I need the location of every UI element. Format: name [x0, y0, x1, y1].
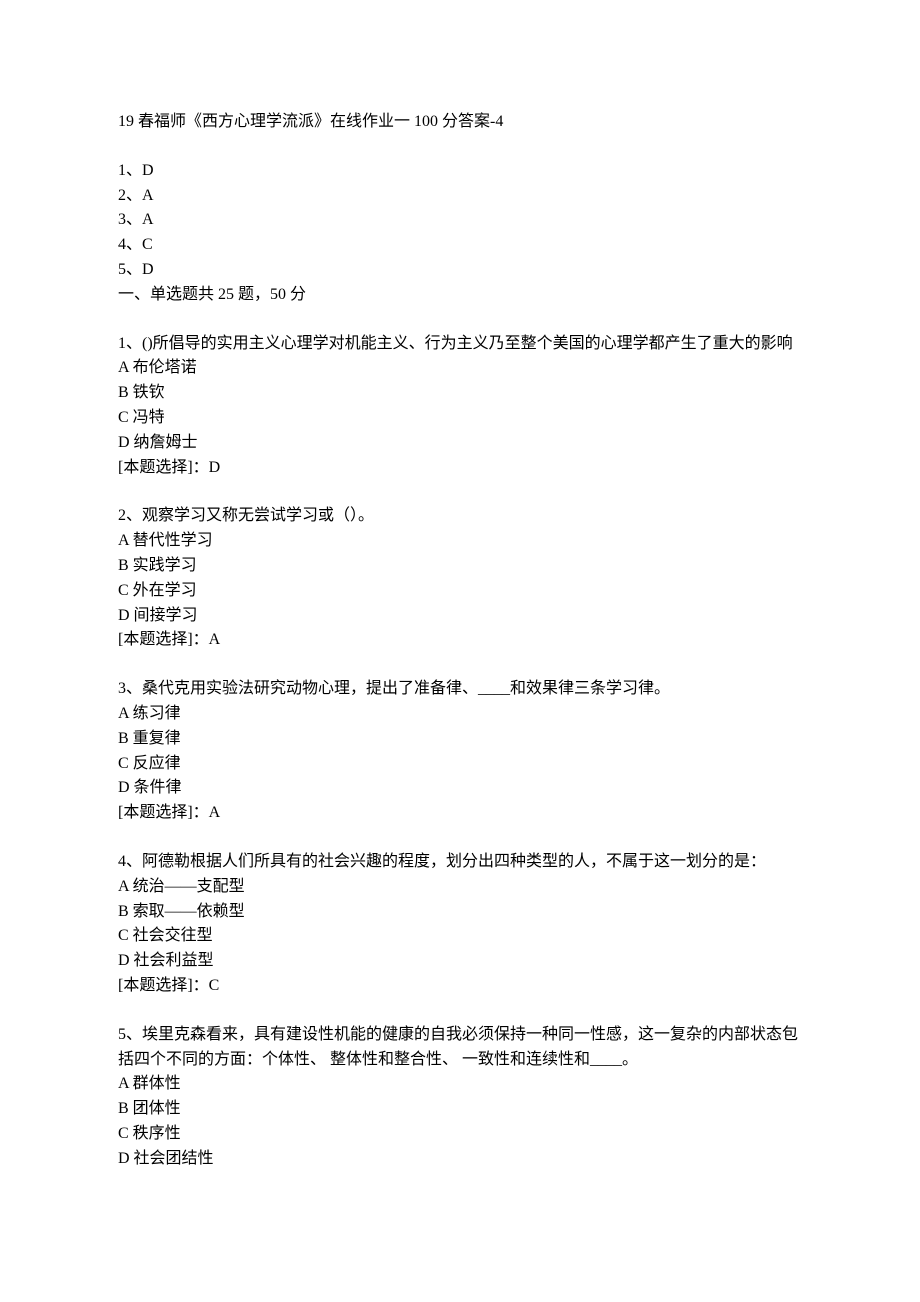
answer-summary-item: 2、A: [118, 184, 802, 209]
question-option: D 条件律: [118, 776, 802, 801]
question-stem: 1、()所倡导的实用主义心理学对机能主义、行为主义乃至整个美国的心理学都产生了重…: [118, 332, 802, 357]
question-block: 2、观察学习又称无尝试学习或（）。 A 替代性学习 B 实践学习 C 外在学习 …: [118, 504, 802, 653]
question-option: D 社会团结性: [118, 1147, 802, 1172]
question-block: 5、埃里克森看来，具有建设性机能的健康的自我必须保持一种同一性感，这一复杂的内部…: [118, 1023, 802, 1172]
document-title: 19 春福师《西方心理学流派》在线作业一 100 分答案-4: [118, 110, 802, 135]
question-option: B 索取——依赖型: [118, 900, 802, 925]
question-block: 1、()所倡导的实用主义心理学对机能主义、行为主义乃至整个美国的心理学都产生了重…: [118, 332, 802, 481]
question-answer: [本题选择]：A: [118, 801, 802, 826]
question-stem: 3、桑代克用实验法研究动物心理，提出了准备律、____和效果律三条学习律。: [118, 677, 802, 702]
question-option: C 外在学习: [118, 579, 802, 604]
question-option: A 替代性学习: [118, 529, 802, 554]
document-page: 19 春福师《西方心理学流派》在线作业一 100 分答案-4 1、D 2、A 3…: [0, 0, 920, 1302]
question-option: C 反应律: [118, 752, 802, 777]
question-option: B 铁钦: [118, 381, 802, 406]
question-answer: [本题选择]：A: [118, 628, 802, 653]
question-block: 4、阿德勒根据人们所具有的社会兴趣的程度，划分出四种类型的人，不属于这一划分的是…: [118, 850, 802, 999]
question-option: D 纳詹姆士: [118, 431, 802, 456]
question-stem: 2、观察学习又称无尝试学习或（）。: [118, 504, 802, 529]
answer-summary-item: 4、C: [118, 233, 802, 258]
question-option: A 布伦塔诺: [118, 356, 802, 381]
question-stem: 5、埃里克森看来，具有建设性机能的健康的自我必须保持一种同一性感，这一复杂的内部…: [118, 1023, 802, 1073]
question-answer: [本题选择]：D: [118, 456, 802, 481]
question-option: D 间接学习: [118, 604, 802, 629]
answer-summary-item: 1、D: [118, 159, 802, 184]
answer-summary-list: 1、D 2、A 3、A 4、C 5、D: [118, 159, 802, 283]
answer-summary-item: 5、D: [118, 258, 802, 283]
question-option: A 统治——支配型: [118, 875, 802, 900]
question-stem: 4、阿德勒根据人们所具有的社会兴趣的程度，划分出四种类型的人，不属于这一划分的是…: [118, 850, 802, 875]
question-option: D 社会利益型: [118, 949, 802, 974]
question-option: B 实践学习: [118, 554, 802, 579]
section-heading: 一、单选题共 25 题，50 分: [118, 283, 802, 308]
question-option: A 群体性: [118, 1072, 802, 1097]
question-option: B 团体性: [118, 1097, 802, 1122]
question-option: C 秩序性: [118, 1122, 802, 1147]
question-option: A 练习律: [118, 702, 802, 727]
question-block: 3、桑代克用实验法研究动物心理，提出了准备律、____和效果律三条学习律。 A …: [118, 677, 802, 826]
answer-summary-item: 3、A: [118, 208, 802, 233]
question-option: C 冯特: [118, 406, 802, 431]
question-answer: [本题选择]：C: [118, 974, 802, 999]
question-option: C 社会交往型: [118, 924, 802, 949]
question-option: B 重复律: [118, 727, 802, 752]
